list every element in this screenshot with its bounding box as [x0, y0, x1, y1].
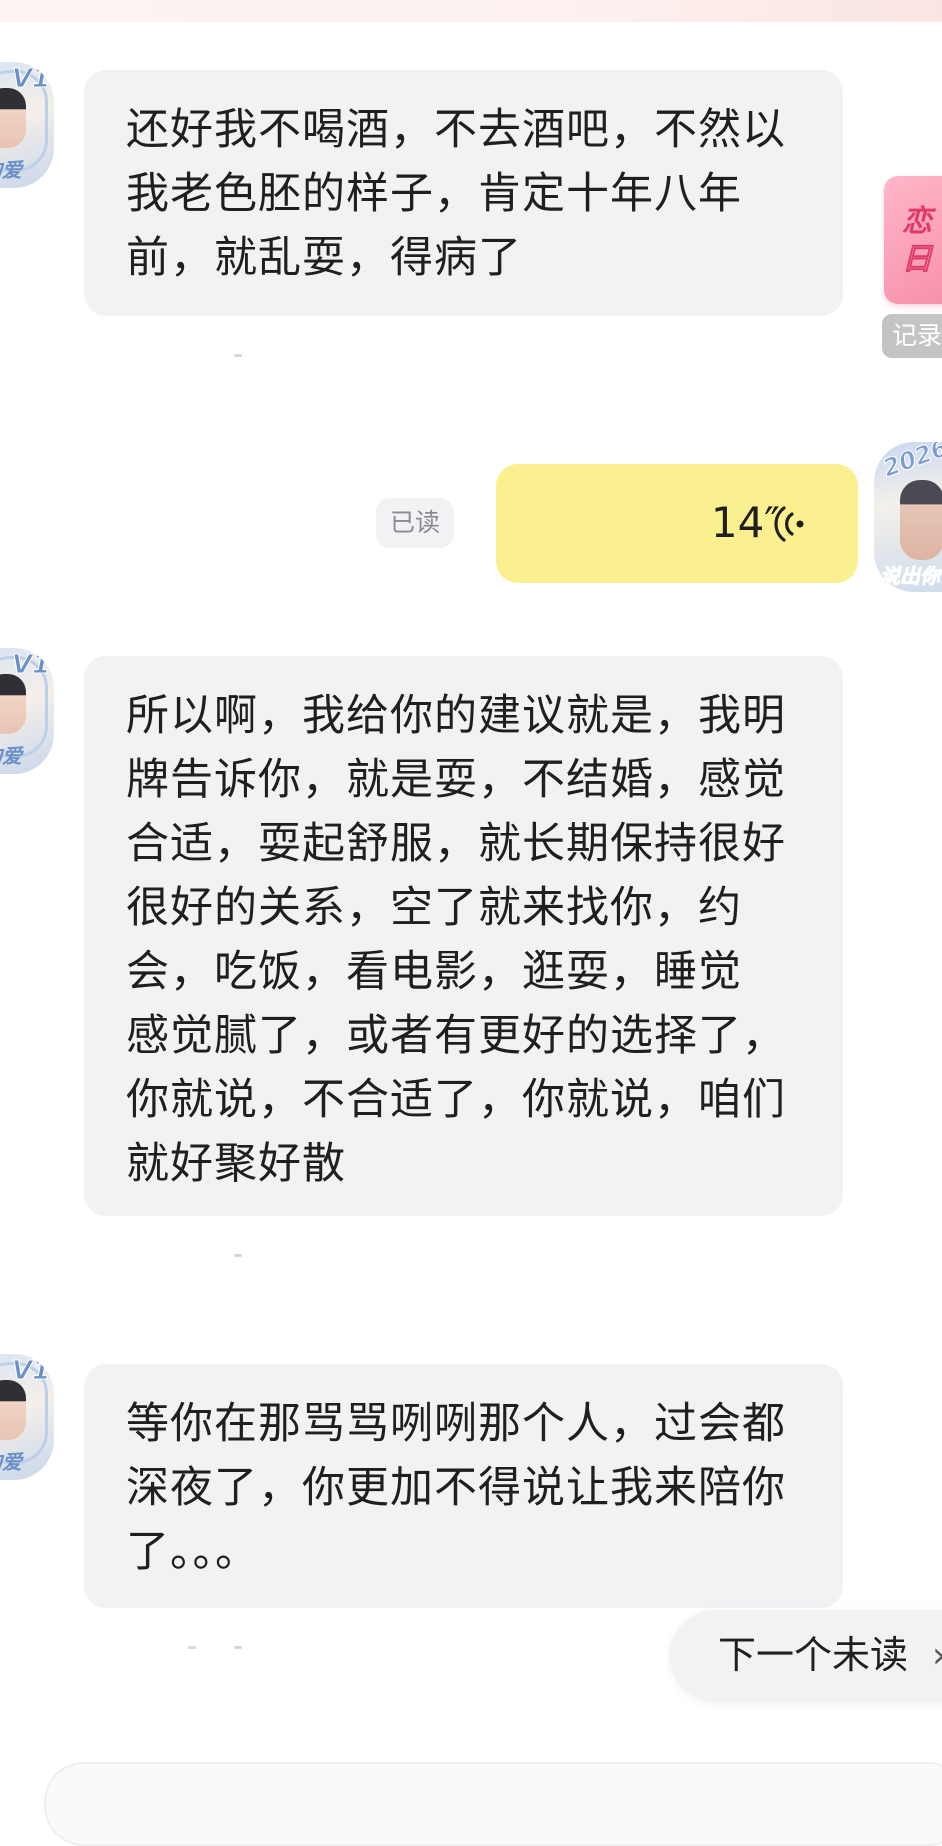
- avatar-caption: 的爱: [0, 744, 22, 768]
- message-footer-marks: [84, 1646, 264, 1652]
- my-avatar[interactable]: 2026 说出你: [874, 442, 942, 592]
- avatar-badge: V1: [11, 64, 51, 95]
- love-diary-widget[interactable]: 恋 日: [884, 176, 942, 304]
- top-gradient-bar: [0, 0, 942, 22]
- record-button[interactable]: 记录: [882, 314, 942, 358]
- contact-avatar[interactable]: V1 的爱: [0, 62, 54, 188]
- contact-avatar[interactable]: V1 的爱: [0, 648, 54, 774]
- received-message-bubble[interactable]: 还好我不喝酒，不去酒吧，不然以 我老色胚的样子，肯定十年八年 前，就乱耍，得病了: [84, 70, 843, 316]
- received-message-bubble[interactable]: 等你在那骂骂咧咧那个人，过会都 深夜了，你更加不得说让我来陪你 了。。。: [84, 1364, 843, 1608]
- voice-message-bubble[interactable]: 14″: [496, 464, 858, 583]
- diary-title-line2: 日: [902, 242, 933, 278]
- avatar-photo: [0, 674, 26, 734]
- voice-duration: 14″: [710, 498, 780, 547]
- voice-wave-icon: [774, 506, 804, 542]
- read-status-badge: 已读: [376, 498, 454, 548]
- avatar-year-badge: 2026: [879, 442, 942, 483]
- message-input-bar[interactable]: [44, 1762, 942, 1846]
- message-footer-marks: [84, 1254, 264, 1260]
- avatar-photo: [0, 88, 26, 148]
- avatar-photo: [0, 1380, 26, 1440]
- avatar-badge: V1: [11, 650, 51, 681]
- avatar-caption: 的爱: [0, 1450, 22, 1474]
- received-message-bubble[interactable]: 所以啊，我给你的建议就是，我明 牌告诉你，就是耍，不结婚，感觉 合适，耍起舒服，…: [84, 656, 843, 1216]
- next-unread-label: 下一个未读: [718, 1633, 909, 1677]
- avatar-photo: [900, 480, 942, 560]
- avatar-badge: V1: [11, 1356, 51, 1387]
- message-footer-marks: [84, 354, 264, 360]
- avatar-caption: 的爱: [0, 158, 22, 182]
- contact-avatar[interactable]: V1 的爱: [0, 1354, 54, 1480]
- avatar-caption: 说出你: [880, 564, 941, 589]
- chevron-right-icon: ›: [932, 1638, 942, 1674]
- next-unread-button[interactable]: 下一个未读 ›: [670, 1610, 942, 1702]
